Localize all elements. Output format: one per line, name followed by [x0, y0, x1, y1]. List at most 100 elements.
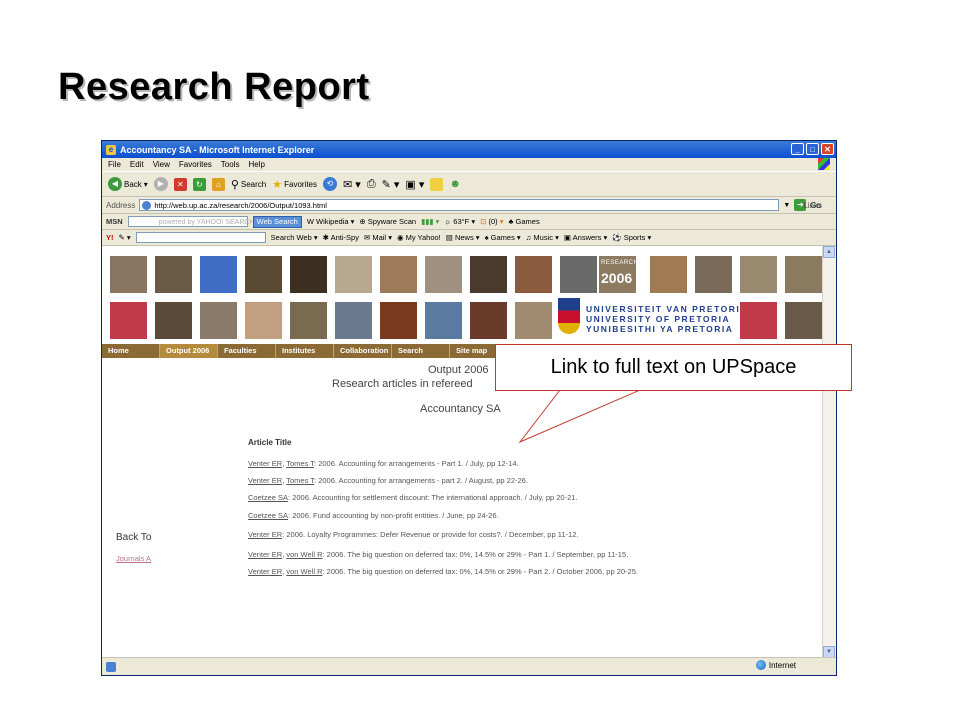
close-button[interactable]: ✕: [821, 143, 834, 155]
author-link[interactable]: Tomes T: [286, 476, 314, 485]
msn-logo: MSN: [106, 217, 123, 226]
sports-button[interactable]: ⚽ Sports ▾: [612, 233, 651, 242]
nav-output-2006[interactable]: Output 2006: [160, 344, 218, 358]
yahoo-games-button[interactable]: ♠ Games ▾: [485, 233, 521, 242]
my-yahoo-button[interactable]: ◉ My Yahoo!: [397, 233, 441, 242]
page-content: Output 2006 Research articles in referee…: [102, 358, 824, 658]
home-icon[interactable]: ⌂: [211, 177, 225, 191]
mail-icon[interactable]: ✉ ▾: [343, 178, 361, 191]
nav-institutes[interactable]: Institutes: [276, 344, 334, 358]
answers-button[interactable]: ▣ Answers ▾: [564, 233, 607, 242]
up-crest-icon: [558, 298, 580, 334]
menu-edit[interactable]: Edit: [130, 160, 144, 169]
back-button[interactable]: ◀ Back ▾: [108, 177, 148, 191]
messenger-icon[interactable]: ☻: [449, 178, 461, 190]
banner-photo: [515, 302, 552, 339]
author-link[interactable]: Tomes T: [286, 459, 314, 468]
games-button[interactable]: ♣ Games: [509, 217, 540, 226]
nav-search[interactable]: Search: [392, 344, 450, 358]
author-link[interactable]: Venter ER: [248, 476, 282, 485]
window-titlebar[interactable]: e Accountancy SA - Microsoft Internet Ex…: [102, 141, 836, 158]
banner-photo: [110, 302, 147, 339]
maximize-button[interactable]: □: [806, 143, 819, 155]
banner-photo: [200, 256, 237, 293]
article-row: Venter ER, Tomes T: 2006. Accounting for…: [248, 476, 528, 485]
banner-photo: [155, 256, 192, 293]
author-link[interactable]: Venter ER: [248, 530, 282, 539]
author-link[interactable]: Venter ER: [248, 567, 282, 576]
author-link[interactable]: Venter ER: [248, 550, 282, 559]
address-dropdown-icon[interactable]: ▼: [783, 202, 790, 209]
discuss-icon[interactable]: ▣ ▾: [405, 178, 424, 191]
page-status-icon: [106, 661, 116, 672]
yahoo-mail-button[interactable]: ✉ Mail ▾: [364, 233, 392, 242]
forward-button[interactable]: ▶: [153, 177, 168, 191]
news-button[interactable]: ▤ News ▾: [446, 233, 480, 242]
vertical-scrollbar[interactable]: ▲ ▼: [822, 246, 836, 658]
banner-photo: [290, 302, 327, 339]
banner-photo: [380, 302, 417, 339]
standard-toolbar: ◀ Back ▾ ▶ ✕ ↻ ⌂ ⚲ Search ★ Favorites ⟲ …: [102, 171, 836, 197]
print-icon[interactable]: ⎙: [367, 178, 376, 191]
yahoo-search-input[interactable]: [135, 232, 266, 243]
msn-toolbar: MSN powered by YAHOO! SEARCH Web Search …: [102, 214, 836, 230]
rss-button[interactable]: ⊡ (0) ▾: [480, 217, 503, 226]
stop-icon[interactable]: ✕: [173, 177, 187, 191]
banner-photo: [515, 256, 552, 293]
nav-faculties[interactable]: Faculties: [218, 344, 276, 358]
back-to-label: Back To: [116, 532, 152, 543]
page-viewport: RESEARCH 2006 UNIVERSITEIT VAN PRETORIA: [102, 246, 824, 658]
article-row: Venter ER, von Well R: 2006. The big que…: [248, 567, 638, 576]
web-search-button[interactable]: Web Search: [252, 215, 302, 228]
banner-photo: [155, 302, 192, 339]
refresh-icon[interactable]: ↻: [192, 177, 206, 191]
page-heading: Output 2006: [428, 364, 489, 376]
menu-help[interactable]: Help: [248, 160, 264, 169]
menu-favorites[interactable]: Favorites: [179, 160, 212, 169]
nav-home[interactable]: Home: [102, 344, 160, 358]
banner-photo: [470, 302, 507, 339]
address-input[interactable]: http://web.up.ac.za/research/2006/Output…: [139, 199, 780, 211]
menu-tools[interactable]: Tools: [221, 160, 240, 169]
anti-spy-button[interactable]: ✱ Anti-Spy: [323, 233, 359, 242]
university-logo: UNIVERSITEIT VAN PRETORIA UNIVERSITY OF …: [558, 298, 746, 338]
signal-icon[interactable]: ▮▮▮ ▾: [421, 217, 439, 226]
banner-photo: [380, 256, 417, 293]
favorites-button[interactable]: ★ Favorites: [272, 178, 317, 191]
author-link[interactable]: von Well R: [286, 567, 322, 576]
browser-window: e Accountancy SA - Microsoft Internet Ex…: [101, 140, 837, 676]
history-icon[interactable]: ⟲: [323, 177, 338, 191]
scroll-up-arrow-icon[interactable]: ▲: [823, 246, 835, 258]
author-link[interactable]: Coetzee SA: [248, 511, 288, 520]
nav-collaboration[interactable]: Collaboration: [334, 344, 392, 358]
banner-photo: [560, 256, 597, 293]
music-button[interactable]: ♫ Music ▾: [526, 233, 559, 242]
edit-icon[interactable]: ✎ ▾: [382, 178, 400, 191]
site-banner: RESEARCH 2006 UNIVERSITEIT VAN PRETORIA: [102, 246, 824, 342]
author-link[interactable]: Venter ER: [248, 459, 282, 468]
pencil-icon[interactable]: ✎ ▾: [119, 233, 131, 242]
weather-button[interactable]: ☼ 63°F ▾: [444, 217, 475, 226]
banner-photo: [335, 302, 372, 339]
author-link[interactable]: Coetzee SA: [248, 493, 288, 502]
banner-photo: [695, 256, 732, 293]
msn-search-input[interactable]: powered by YAHOO! SEARCH: [127, 216, 255, 227]
menu-view[interactable]: View: [153, 160, 170, 169]
windows-flag-icon: [818, 158, 830, 170]
author-link[interactable]: von Well R: [286, 550, 322, 559]
menu-file[interactable]: File: [108, 160, 121, 169]
journals-a-link[interactable]: Journals A: [116, 554, 151, 563]
folder-icon[interactable]: [430, 177, 444, 191]
search-web-button[interactable]: Search Web ▾: [271, 233, 318, 242]
banner-photo: [740, 256, 777, 293]
star-icon: ★: [272, 178, 283, 191]
search-icon: ⚲: [230, 178, 239, 191]
banner-photo: [245, 256, 282, 293]
wikipedia-button[interactable]: W Wikipedia ▾: [307, 217, 355, 226]
search-button[interactable]: ⚲ Search: [231, 178, 266, 191]
back-arrow-icon: ◀: [108, 177, 122, 191]
spyware-scan-button[interactable]: ⊕ Spyware Scan: [359, 217, 416, 226]
minimize-button[interactable]: _: [791, 143, 804, 155]
links-button[interactable]: Links: [803, 201, 822, 210]
banner-photo: [470, 256, 507, 293]
